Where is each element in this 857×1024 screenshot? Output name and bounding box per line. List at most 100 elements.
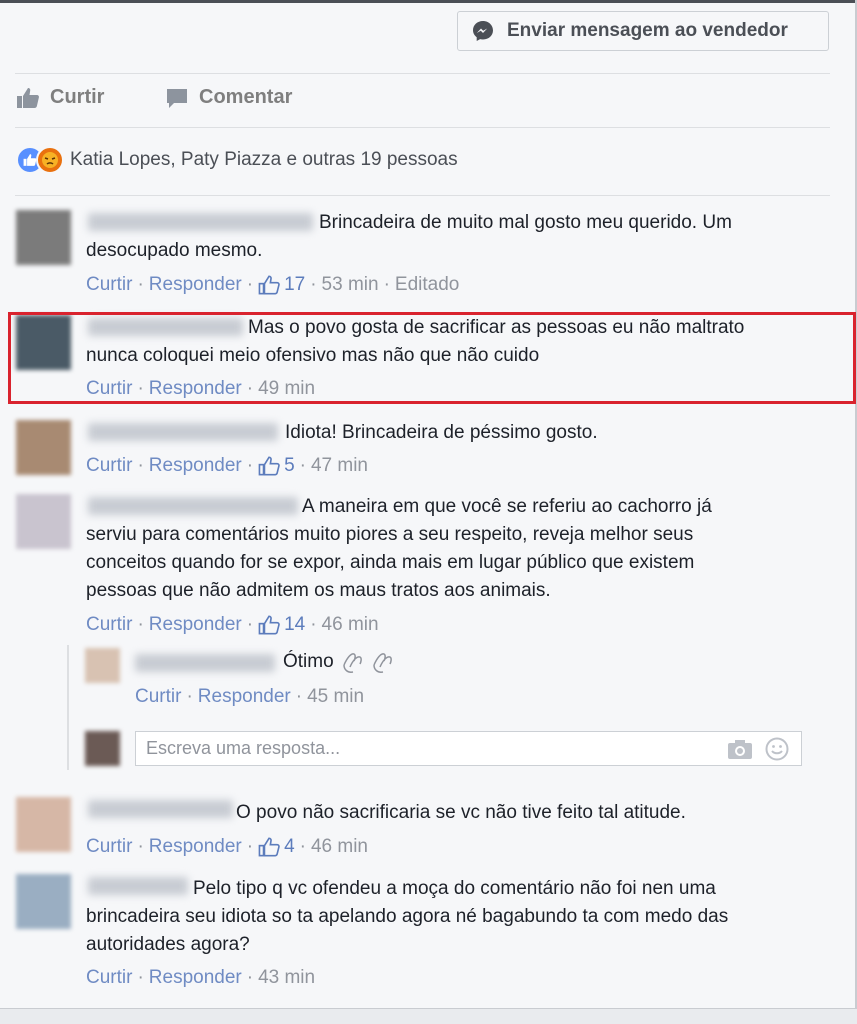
comment-text: Idiota! Brincadeira de péssimo gosto.: [285, 422, 598, 443]
comment-reply-link[interactable]: Responder: [149, 274, 242, 296]
meta-separator: ·: [246, 614, 254, 635]
comment-text: autoridades agora?: [86, 934, 250, 955]
comment-meta: Curtir · Responder · 14 · 46 min: [86, 614, 379, 636]
comment-reply-link[interactable]: Responder: [149, 455, 242, 477]
comment-meta: Curtir · Responder · 17 · 53 min · Edita…: [86, 274, 459, 296]
comment-reply-link[interactable]: Responder: [149, 967, 242, 989]
comment-text: desocupado mesmo.: [86, 240, 263, 261]
meta-separator: ·: [186, 686, 193, 707]
reaction-icons: [16, 146, 64, 174]
meta-separator: ·: [137, 967, 144, 988]
thumbs-up-icon: [258, 275, 280, 295]
red-highlight-box: [8, 312, 856, 404]
message-seller-label: Enviar mensagem ao vendedor: [507, 20, 788, 41]
comment-time[interactable]: 47 min: [311, 455, 368, 477]
comment-like-link[interactable]: Curtir: [86, 967, 132, 989]
comment-like-link[interactable]: Curtir: [86, 274, 132, 296]
thumbs-up-icon: [258, 456, 280, 476]
reply-author-name-redacted: [135, 654, 275, 672]
meta-separator: ·: [299, 836, 306, 857]
reply-input[interactable]: Escreva uma resposta...: [135, 731, 802, 766]
comment-text: A maneira em que você se referiu ao cach…: [302, 496, 712, 517]
divider: [15, 73, 830, 74]
meta-separator: ·: [246, 455, 254, 476]
meta-separator: ·: [137, 274, 144, 295]
comment-like-link[interactable]: Curtir: [86, 614, 132, 636]
reply-like-link[interactable]: Curtir: [135, 686, 181, 708]
commenter-name-redacted: [88, 497, 298, 515]
comment-time[interactable]: 46 min: [322, 614, 379, 636]
reply-time[interactable]: 45 min: [307, 686, 364, 708]
meta-separator: ·: [310, 614, 317, 635]
comment-meta: Curtir · Responder · 43 min: [86, 967, 315, 989]
comment-like-count[interactable]: 14: [258, 614, 305, 636]
like-post-button[interactable]: Curtir: [16, 86, 104, 109]
angry-reaction-icon: [36, 146, 64, 174]
divider: [15, 127, 830, 128]
comment-text: O povo não sacrificaria se vc não tive f…: [236, 802, 686, 823]
comment-time[interactable]: 43 min: [258, 967, 315, 989]
reply-text-line: Ótimo: [283, 648, 400, 676]
window-top-border: [0, 0, 857, 3]
edited-label[interactable]: Editado: [395, 274, 459, 296]
avatar[interactable]: [16, 797, 71, 852]
meta-separator: ·: [246, 274, 254, 295]
comment-time[interactable]: 53 min: [322, 274, 379, 296]
meta-separator: ·: [137, 836, 144, 857]
comment-like-link[interactable]: Curtir: [86, 836, 132, 858]
clapping-hands-icon: [340, 649, 400, 675]
comment-text: brincadeira seu idiota so ta apelando ag…: [86, 906, 729, 927]
reactions-text: Katia Lopes, Paty Piazza e outras 19 pes…: [70, 149, 458, 170]
meta-separator: ·: [246, 967, 254, 988]
comment-text: conceitos quando for se expor, ainda mai…: [86, 552, 695, 573]
meta-separator: ·: [137, 455, 144, 476]
thumbs-up-icon: [258, 837, 280, 857]
meta-separator: ·: [310, 274, 317, 295]
divider: [15, 195, 830, 196]
reply-input-placeholder: Escreva uma resposta...: [146, 738, 341, 758]
avatar[interactable]: [16, 420, 71, 475]
comment-reply-link[interactable]: Responder: [149, 614, 242, 636]
reply-avatar[interactable]: [85, 648, 120, 683]
meta-separator: ·: [137, 614, 144, 635]
comment-button[interactable]: Comentar: [165, 86, 292, 109]
avatar[interactable]: [16, 874, 71, 929]
comment-meta: Curtir · Responder · 5 · 47 min: [86, 455, 368, 477]
comment-text: Pelo tipo q vc ofendeu a moça do comentá…: [193, 878, 716, 899]
commenter-name-redacted: [88, 800, 233, 818]
like-post-label: Curtir: [50, 86, 105, 108]
comment-label: Comentar: [199, 86, 293, 108]
message-seller-button[interactable]: Enviar mensagem ao vendedor: [457, 11, 829, 51]
avatar[interactable]: [16, 494, 71, 549]
smiley-icon[interactable]: [765, 737, 789, 761]
commenter-name-redacted: [88, 877, 188, 895]
like-count: 17: [284, 274, 306, 295]
avatar[interactable]: [16, 210, 71, 265]
comment-text: pessoas que não admitem os maus tratos a…: [86, 580, 551, 601]
thumbs-up-icon: [258, 615, 280, 635]
comment-meta: Curtir · Responder · 4 · 46 min: [86, 836, 368, 858]
meta-separator: ·: [299, 455, 306, 476]
like-count: 4: [284, 836, 295, 857]
bottom-scroll-bar: [0, 1008, 857, 1024]
comment-like-count[interactable]: 5: [258, 455, 295, 477]
reply-meta: Curtir · Responder · 45 min: [135, 686, 364, 708]
meta-separator: ·: [295, 686, 303, 707]
meta-separator: ·: [383, 274, 390, 295]
comment-time[interactable]: 46 min: [311, 836, 368, 858]
messenger-icon: [472, 20, 494, 42]
comment-icon: [165, 87, 189, 109]
commenter-name-redacted: [88, 213, 313, 231]
comment-like-count[interactable]: 17: [258, 274, 305, 296]
reactions-summary[interactable]: Katia Lopes, Paty Piazza e outras 19 pes…: [16, 146, 458, 174]
current-user-avatar: [85, 731, 120, 766]
reply-reply-link[interactable]: Responder: [198, 686, 291, 708]
thumbs-up-icon: [16, 87, 40, 109]
comment-like-count[interactable]: 4: [258, 836, 295, 858]
commenter-name-redacted: [88, 423, 278, 441]
like-count: 14: [284, 614, 306, 635]
camera-icon[interactable]: [727, 738, 753, 760]
reply-thread-rail: [67, 645, 69, 770]
comment-like-link[interactable]: Curtir: [86, 455, 132, 477]
comment-reply-link[interactable]: Responder: [149, 836, 242, 858]
